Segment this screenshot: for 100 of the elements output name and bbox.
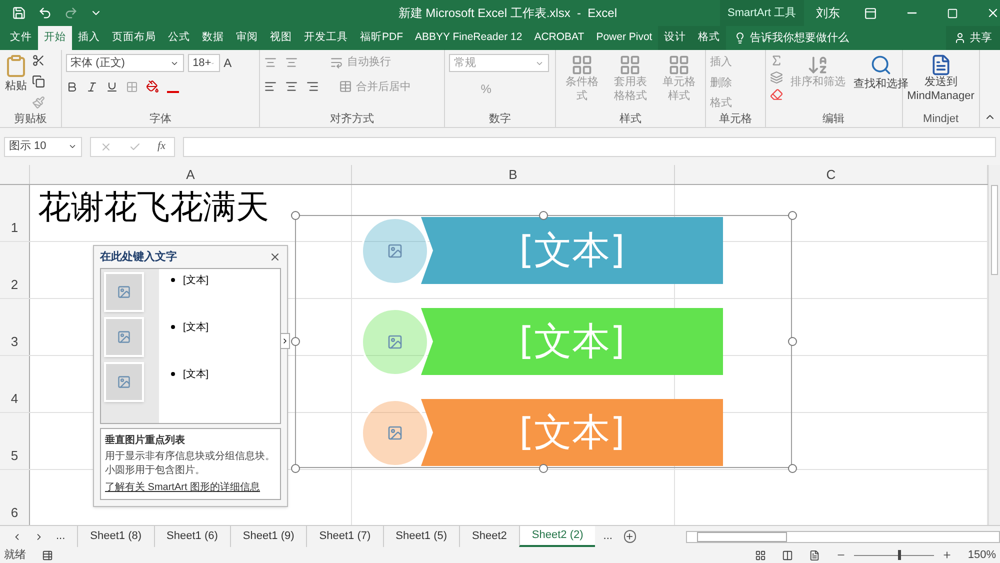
undo-icon[interactable]: [38, 6, 52, 20]
ribbon-tab[interactable]: 开始: [38, 26, 72, 50]
layout-name: 垂直图片重点列表: [105, 434, 186, 448]
font-name-field[interactable]: 宋体 (正文): [66, 54, 184, 72]
underline-icon[interactable]: [106, 80, 118, 92]
picture-placeholder[interactable]: [104, 316, 144, 357]
more-sheets[interactable]: ...: [56, 528, 66, 545]
ribbon-tab[interactable]: 福昕PDF: [354, 26, 409, 50]
resize-handle[interactable]: [539, 211, 548, 220]
picture-placeholder[interactable]: [104, 272, 144, 312]
ribbon-tab[interactable]: 视图: [264, 26, 298, 50]
resize-handle[interactable]: [788, 337, 797, 346]
pane-toggle[interactable]: [280, 333, 290, 349]
picture-icon: [387, 334, 403, 350]
page-layout-icon[interactable]: [782, 550, 793, 560]
bullet-item[interactable]: [文本]: [183, 320, 209, 335]
fill-icon[interactable]: [770, 71, 783, 84]
context-label: SmartArt 工具: [728, 6, 796, 21]
mindmanager-button[interactable]: 发送到 MindManager: [906, 54, 975, 104]
picture-icon: [387, 424, 403, 440]
zoom-level[interactable]: 150%: [968, 546, 996, 563]
zoom-slider-thumb[interactable]: [898, 550, 901, 560]
ribbon-tab[interactable]: 公式: [162, 26, 196, 50]
cell-text: 花谢花飞花满天: [38, 189, 269, 228]
picture-icon: [117, 374, 131, 389]
ribbon-tab[interactable]: 设计: [658, 26, 692, 50]
table-style-icon: [619, 54, 642, 76]
merge-icon: [339, 80, 352, 94]
page-break-icon[interactable]: [808, 550, 820, 560]
name-box[interactable]: 图示 10: [4, 136, 82, 156]
close-icon[interactable]: [269, 250, 281, 263]
autosum-icon[interactable]: [770, 54, 783, 67]
ribbon-tab[interactable]: 页面布局: [106, 26, 162, 50]
insert-function-button[interactable]: fx: [158, 138, 166, 155]
lightbulb-icon: [734, 32, 746, 44]
copy-icon[interactable]: [32, 75, 45, 88]
group-label: 剪贴板: [14, 112, 47, 127]
resize-handle[interactable]: [788, 211, 797, 220]
dropdown-icon: [68, 142, 77, 151]
ribbon-tab[interactable]: ABBYY FineReader 12: [409, 26, 528, 50]
cut-icon[interactable]: [32, 54, 45, 67]
resize-handle[interactable]: [539, 464, 548, 473]
share-button[interactable]: 共享: [946, 26, 1000, 50]
save-icon[interactable]: [12, 6, 26, 20]
italic-icon[interactable]: [86, 80, 98, 92]
status-text: 就绪: [4, 548, 26, 563]
resize-handle[interactable]: [291, 464, 300, 473]
group-label: 单元格: [718, 112, 752, 128]
find-select-button[interactable]: 查找和选择: [854, 54, 909, 92]
font-size-field[interactable]: 18+: [188, 54, 220, 72]
bullet-item[interactable]: [文本]: [183, 366, 209, 382]
ribbon-tab[interactable]: 格式: [692, 26, 726, 50]
eraser-icon[interactable]: [770, 88, 783, 101]
align-right-icon[interactable]: [306, 80, 320, 94]
group-label: 字体: [149, 112, 172, 127]
align-left-icon[interactable]: [264, 80, 278, 94]
ribbon-tab[interactable]: 数据: [196, 26, 230, 50]
picture-icon: [117, 284, 131, 299]
close-icon[interactable]: [986, 6, 1000, 20]
column-header: C: [826, 166, 836, 184]
macro-icon[interactable]: [42, 550, 53, 560]
picture-icon: [387, 242, 403, 258]
grow-font-button[interactable]: A: [224, 54, 232, 72]
horizontal-scrollbar[interactable]: [686, 530, 1000, 542]
ribbon-display-icon[interactable]: [864, 6, 877, 20]
picture-placeholder[interactable]: [104, 362, 144, 402]
learn-more-link[interactable]: 了解有关 SmartArt 图形的详细信息: [105, 480, 276, 495]
group-label: 对齐方式: [330, 112, 374, 127]
ribbon-tab[interactable]: 插入: [72, 26, 106, 50]
normal-view-icon[interactable]: [754, 550, 766, 560]
vertical-scrollbar[interactable]: [988, 165, 1000, 525]
formula-input[interactable]: [183, 136, 996, 156]
resize-handle[interactable]: [788, 464, 797, 473]
more-sheets[interactable]: ...: [595, 528, 620, 545]
paste-button[interactable]: 粘贴: [4, 54, 28, 94]
new-sheet-icon[interactable]: [624, 530, 636, 543]
middle-align-icon[interactable]: [285, 56, 298, 69]
zoom-in-icon[interactable]: [942, 550, 952, 560]
tell-me-field[interactable]: 告诉我你想要做什么: [750, 30, 850, 46]
ribbon-tab[interactable]: ACROBAT: [528, 26, 590, 50]
bold-icon[interactable]: [66, 80, 78, 92]
resize-handle[interactable]: [291, 337, 300, 346]
table-style-icon: [571, 54, 594, 76]
resize-handle[interactable]: [291, 211, 300, 220]
sort-icon: [807, 54, 830, 76]
row-header: 3: [10, 332, 18, 350]
top-align-icon[interactable]: [264, 56, 278, 69]
ribbon-tab[interactable]: 文件: [4, 26, 38, 50]
bullet-item[interactable]: [文本]: [183, 272, 209, 288]
maximize-icon[interactable]: [947, 8, 958, 18]
sheet-tab[interactable]: Sheet2 (2): [518, 526, 596, 547]
row-header: 4: [10, 390, 18, 408]
window-title: 新建 Microsoft Excel 工作表.xlsx - Excel: [397, 5, 618, 22]
align-center-icon[interactable]: [285, 80, 298, 94]
ribbon-tab[interactable]: 开发工具: [298, 26, 354, 50]
search-icon: [870, 54, 892, 76]
row-header: 1: [10, 218, 18, 236]
ribbon-tab[interactable]: Power Pivot: [590, 26, 658, 50]
fill-color-icon[interactable]: [146, 80, 159, 93]
ribbon-tab[interactable]: 审阅: [230, 26, 264, 50]
